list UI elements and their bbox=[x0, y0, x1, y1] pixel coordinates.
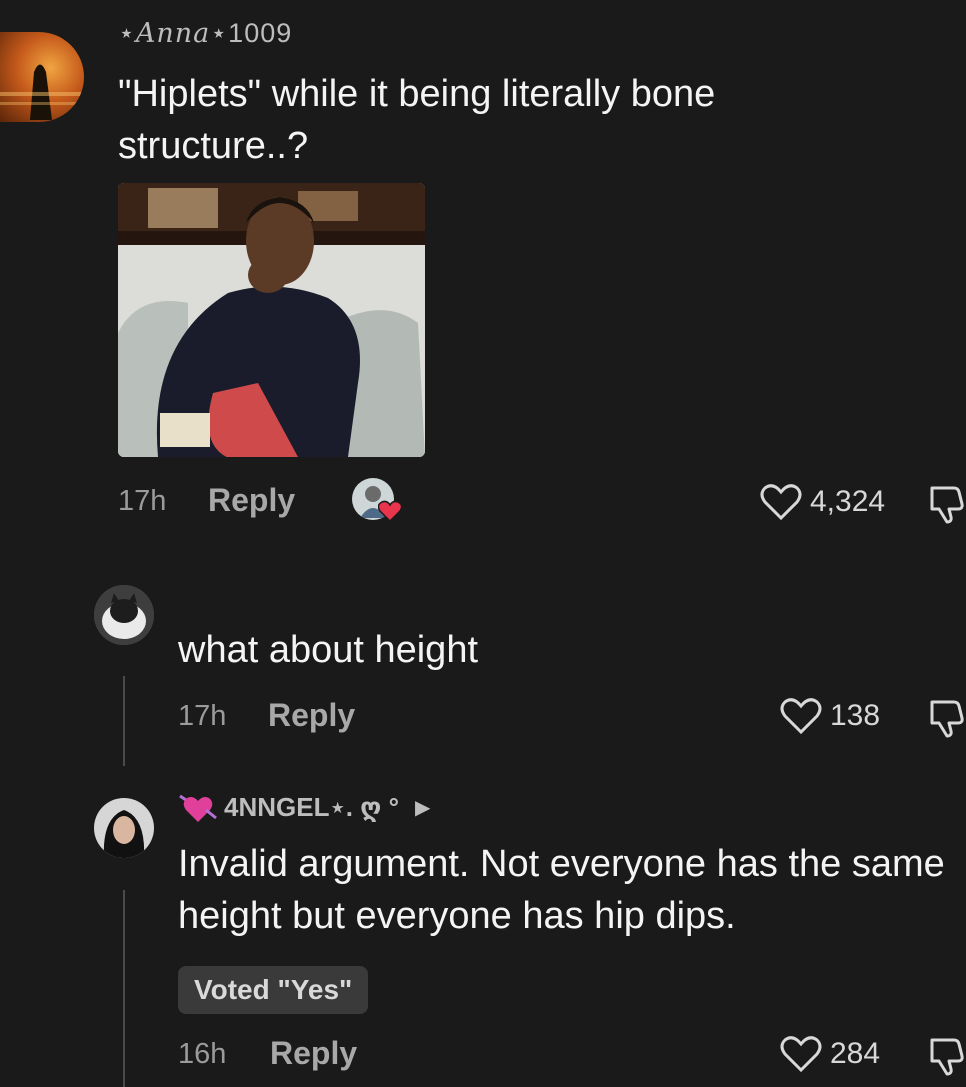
heart-outline-icon bbox=[760, 484, 802, 521]
user-avatar[interactable] bbox=[94, 585, 154, 645]
user-avatar[interactable] bbox=[94, 798, 154, 858]
thread-line bbox=[123, 890, 125, 1087]
thumbs-down-icon bbox=[930, 700, 964, 738]
dislike-button[interactable] bbox=[928, 698, 966, 743]
play-arrow-icon: ▶ bbox=[414, 796, 431, 819]
dislike-button[interactable] bbox=[928, 484, 966, 529]
thumbs-down-icon bbox=[930, 1038, 964, 1076]
heart-arrow-icon bbox=[179, 794, 217, 822]
user-avatar[interactable] bbox=[0, 32, 84, 122]
thread-line bbox=[123, 676, 125, 766]
reaction-photo bbox=[118, 183, 425, 457]
reply-button[interactable]: Reply bbox=[208, 482, 295, 519]
thumbs-down-icon bbox=[930, 486, 964, 524]
comment-text: Invalid argument. Not everyone has the s… bbox=[178, 843, 945, 937]
comment-username[interactable]: ⋆Anna⋆1009 bbox=[118, 18, 292, 49]
dislike-button[interactable] bbox=[928, 1036, 966, 1081]
like-button[interactable]: 284 bbox=[780, 1035, 880, 1073]
heart-outline-icon bbox=[780, 698, 822, 735]
reply-button[interactable]: Reply bbox=[270, 1035, 357, 1072]
reply-button[interactable]: Reply bbox=[268, 697, 355, 734]
comment-time: 17h bbox=[178, 700, 227, 732]
heart-outline-icon bbox=[780, 1036, 822, 1073]
sunset-silhouette-icon bbox=[0, 64, 84, 120]
username-label: 4NNGEL⋆. ღ ° bbox=[224, 791, 399, 822]
creator-liked-badge bbox=[352, 478, 402, 524]
like-button[interactable]: 138 bbox=[780, 697, 880, 735]
portrait-avatar-icon bbox=[94, 798, 154, 858]
vote-badge: Voted "Yes" bbox=[178, 966, 369, 1014]
like-count: 4,324 bbox=[810, 485, 886, 518]
cat-avatar-icon bbox=[94, 585, 154, 645]
comment-username[interactable]: 4NNGEL⋆. ღ ° ▶ bbox=[178, 790, 430, 824]
comment-text: "Hiplets" while it being literally bone … bbox=[118, 73, 716, 167]
comment-text: what about height bbox=[178, 629, 479, 671]
heart-badge-icon bbox=[378, 500, 402, 522]
comment-time: 16h bbox=[178, 1038, 227, 1070]
comment-time: 17h bbox=[118, 485, 167, 517]
comments-thread: ⋆Anna⋆1009 "Hiplets" while it being lite… bbox=[0, 0, 966, 1087]
comment-image[interactable] bbox=[118, 183, 425, 457]
like-button[interactable]: 4,324 bbox=[760, 483, 885, 521]
like-count: 284 bbox=[830, 1037, 881, 1070]
like-count: 138 bbox=[830, 699, 881, 732]
